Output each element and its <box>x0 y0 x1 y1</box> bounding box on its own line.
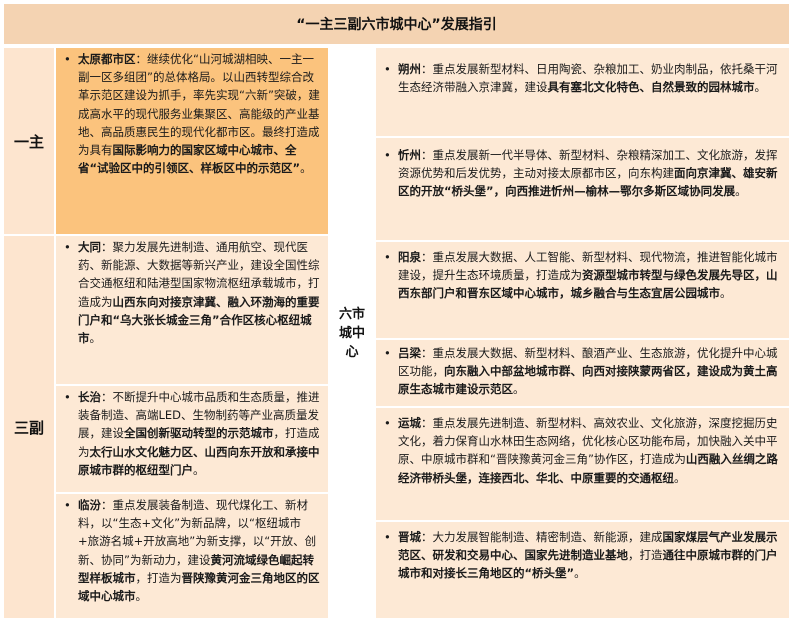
liushi-label-line-3: 心 <box>345 344 359 360</box>
liushi-label-line-1: 六市 <box>338 306 365 322</box>
cell-datong: • 大同：聚力发展先进制造、通用航空、现代医药、新能源、大数据等新兴产业，建设全… <box>56 236 328 384</box>
text-linfen-3: 。 <box>135 589 148 604</box>
city-name-xinzhou: 忻州 <box>398 148 421 162</box>
cell-yangquan: • 阳泉：重点发展大数据、人工智能、新型材料、现代物流，推进智能化城市建设，提升… <box>376 242 789 338</box>
bullet-icon: • <box>384 530 391 544</box>
text-jincheng-2: ，打造 <box>628 548 663 563</box>
text-changzhi-3: 。 <box>193 462 205 477</box>
liushi-label-line-2: 城中 <box>338 325 365 341</box>
bullet-icon: • <box>384 62 391 76</box>
bullet-icon: • <box>64 498 71 512</box>
row-label-liushi: 六市 城中 心 <box>330 48 374 618</box>
bullet-icon: • <box>64 240 71 254</box>
text-jincheng-1: ：大力发展智能制造、精密制造、新能源，建成 <box>421 530 663 544</box>
highlight-changzhi-1: 全国创新驱动转型的示范城市 <box>124 426 274 441</box>
cell-yuncheng: • 运城：重点发展先进制造、新型材料、高效农业、文化旅游，深度挖掘历史文化，着力… <box>376 408 789 520</box>
city-name-yuncheng: 运城 <box>398 416 421 430</box>
text-jincheng-3: 。 <box>574 566 586 581</box>
city-name-jincheng: 晋城 <box>398 530 421 544</box>
row-label-yizhu: 一主 <box>4 48 54 234</box>
text-yuncheng-2: 。 <box>674 470 686 485</box>
bullet-icon: • <box>384 250 391 264</box>
text-taiyuan-1: ：继续优化“山河城湖相映、一主一副一区多组团”的总体格局。以山西转型综合改革示范… <box>78 52 320 158</box>
cell-linfen: • 临汾：重点发展装备制造、现代煤化工、新材料，以“生态+文化”为新品牌，以“枢… <box>56 494 328 618</box>
bullet-icon: • <box>384 346 391 360</box>
city-name-changzhi: 长治 <box>78 390 101 404</box>
cell-lvliang: • 吕梁：重点发展大数据、新型材料、酿酒产业、生态旅游，优化提升中心城区功能，向… <box>376 340 789 406</box>
city-name-taiyuan: 太原都市区 <box>78 52 136 66</box>
city-name-datong: 大同 <box>78 240 101 254</box>
highlight-lvliang-1: 向东融入中部盆地城市群、向西对接陕蒙两省区，建设成为黄土高原生态城市建设示范区 <box>398 364 778 397</box>
cell-changzhi: • 长治：不断提升中心城市品质和生态质量，推进装备制造、高端LED、生物制药等产… <box>56 386 328 492</box>
text-yangquan-2: 。 <box>720 286 732 301</box>
cell-shuozhou: • 朔州：重点发展新型材料、日用陶瓷、杂粮加工、奶业肉制品，依托桑干河生态经济带… <box>376 48 789 136</box>
bullet-icon: • <box>64 52 71 66</box>
cell-jincheng: • 晋城：大力发展智能制造、精密制造、新能源，建成国家煤层气产业发展示范区、研发… <box>376 522 789 618</box>
city-name-lvliang: 吕梁 <box>398 346 421 360</box>
text-shuozhou-2: 。 <box>754 80 767 95</box>
cell-xinzhou: • 忻州：重点发展新一代半导体、新型材料、杂粮精深加工、文化旅游，发挥资源优势和… <box>376 138 789 240</box>
text-lvliang-2: 。 <box>513 382 525 397</box>
text-linfen-2: ，打造为 <box>135 570 182 585</box>
city-name-linfen: 临汾 <box>78 498 101 512</box>
text-taiyuan-2: 。 <box>300 161 312 176</box>
text-xinzhou-2: 。 <box>735 184 747 199</box>
city-name-yangquan: 阳泉 <box>398 250 421 264</box>
text-datong-2: 。 <box>89 331 102 346</box>
highlight-datong-1: 山西东向对接京津冀、融入环渤海的重要门户和“乌大张长城金三角”合作区核心枢纽城市 <box>78 294 320 346</box>
highlight-shuozhou-1: 具有塞北文化特色、自然景致的园林城市 <box>547 80 755 95</box>
bullet-icon: • <box>384 148 391 162</box>
row-label-sanfu: 三副 <box>4 236 54 618</box>
cell-taiyuan: • 太原都市区：继续优化“山河城湖相映、一主一副一区多组团”的总体格局。以山西转… <box>56 48 328 234</box>
bullet-icon: • <box>64 390 71 404</box>
guideline-table: “一主三副六市城中心”发展指引 一主 三副 六市 城中 心 • 太原都市区：继续… <box>0 0 793 622</box>
bullet-icon: • <box>384 416 391 430</box>
city-name-shuozhou: 朔州 <box>398 62 421 76</box>
table-title: “一主三副六市城中心”发展指引 <box>4 4 789 44</box>
